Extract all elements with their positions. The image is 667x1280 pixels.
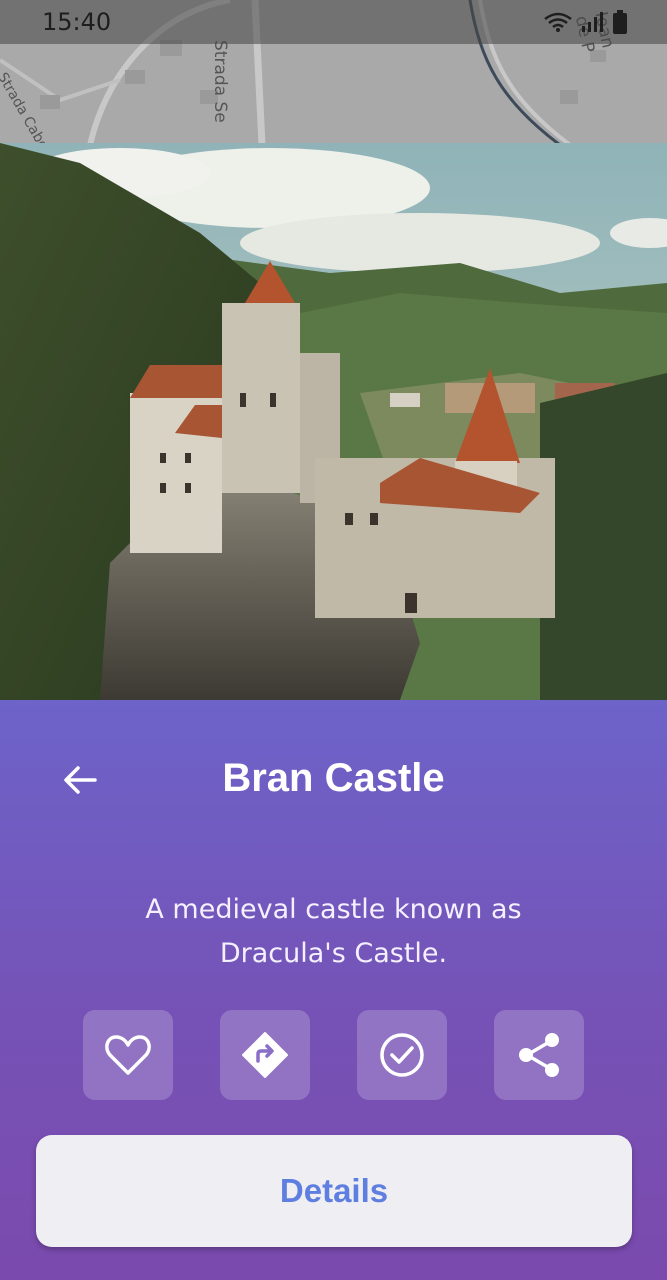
battery-icon	[613, 10, 627, 34]
directions-button[interactable]	[220, 1010, 310, 1100]
signal-icon	[582, 12, 603, 32]
share-button[interactable]	[494, 1010, 584, 1100]
place-description: A medieval castle known as Dracula's Cas…	[145, 894, 522, 969]
status-time: 15:40	[42, 8, 112, 36]
place-photo	[0, 143, 667, 700]
status-icons	[543, 10, 627, 34]
heart-icon	[105, 1035, 151, 1075]
castle-image	[0, 143, 667, 700]
favorite-button[interactable]	[83, 1010, 173, 1100]
status-bar: 15:40	[0, 0, 667, 44]
wifi-icon	[544, 12, 572, 32]
directions-icon	[242, 1032, 288, 1078]
place-info-panel: Bran Castle A medieval castle known as D…	[0, 700, 667, 1280]
details-button[interactable]: Details	[36, 1135, 632, 1247]
share-icon	[519, 1033, 559, 1077]
visited-button[interactable]	[357, 1010, 447, 1100]
place-title: Bran Castle	[222, 756, 445, 800]
check-circle-icon	[380, 1033, 424, 1077]
map-street-label: Strada Se	[210, 40, 230, 123]
